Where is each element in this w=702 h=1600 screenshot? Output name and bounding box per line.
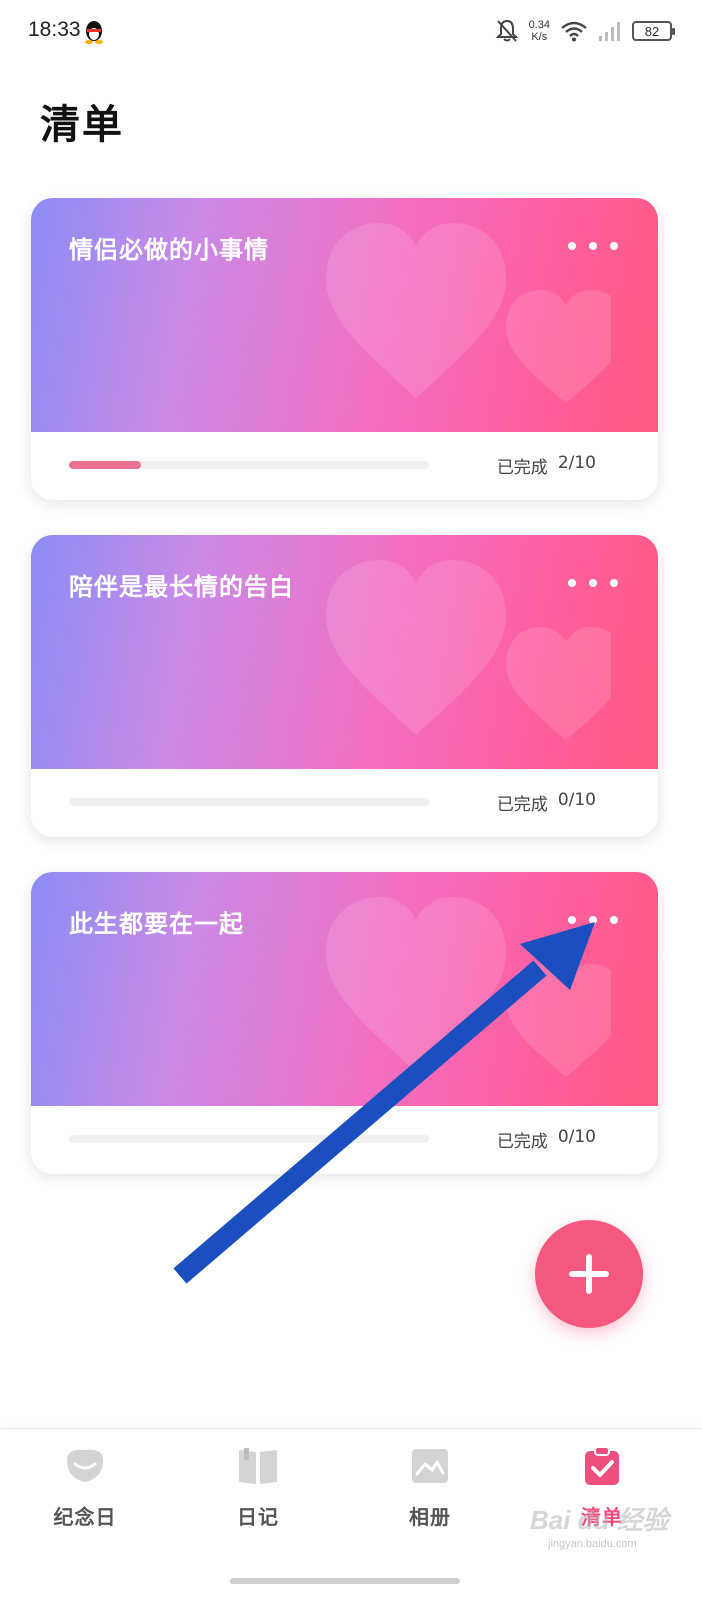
- status-time: 18:33: [28, 18, 81, 41]
- completed-label: 已完成: [496, 458, 548, 478]
- watermark: Bai du 经验: [530, 1505, 669, 1535]
- progress-bar: [69, 461, 429, 469]
- list-card-footer: 已完成 2/10: [31, 432, 658, 500]
- list-card-banner: 陪伴是最长情的告白: [31, 535, 658, 769]
- home-indicator: [230, 1578, 460, 1584]
- nav-label: 纪念日: [53, 1505, 117, 1529]
- anniversary-icon: [62, 1445, 108, 1487]
- nav-item-diary[interactable]: 日记: [193, 1445, 323, 1555]
- list-title: 此生都要在一起: [69, 910, 244, 938]
- status-bar: 18:33 0.34 K/s 82: [0, 0, 702, 64]
- more-options-button[interactable]: [568, 234, 618, 258]
- battery-level: 82: [644, 23, 660, 39]
- nav-item-anniversary[interactable]: 纪念日: [20, 1445, 150, 1555]
- nav-label: 日记: [237, 1505, 279, 1529]
- list-card[interactable]: 陪伴是最长情的告白 已完成 0/10: [31, 535, 658, 837]
- diary-book-icon: [235, 1445, 281, 1487]
- completed-count: 0/10: [557, 1127, 596, 1147]
- net-speed: 0.34 K/s: [529, 19, 550, 43]
- checklist-icon: [579, 1445, 625, 1487]
- list-card-banner: 情侣必做的小事情: [31, 198, 658, 432]
- plus-icon: [569, 1254, 609, 1294]
- list-card-banner: 此生都要在一起: [31, 872, 658, 1106]
- list-card[interactable]: 此生都要在一起 已完成 0/10: [31, 872, 658, 1174]
- completed-label: 已完成: [496, 1132, 548, 1152]
- list-card[interactable]: 情侣必做的小事情 已完成 2/10: [31, 198, 658, 500]
- progress-fill: [69, 461, 141, 469]
- signal-icon: [599, 22, 620, 41]
- progress-status: 已完成 0/10: [497, 1127, 596, 1152]
- net-speed-unit: K/s: [531, 31, 548, 43]
- completed-count: 0/10: [557, 790, 596, 810]
- list-title: 陪伴是最长情的告白: [69, 573, 294, 601]
- battery-indicator: 82: [632, 21, 675, 41]
- list-card-footer: 已完成 0/10: [31, 1106, 658, 1174]
- more-options-button[interactable]: [568, 571, 618, 595]
- completed-count: 2/10: [557, 453, 596, 473]
- page-title: 清单: [40, 102, 124, 148]
- wifi-icon: [561, 21, 587, 42]
- nav-label: 相册: [409, 1505, 451, 1529]
- progress-status: 已完成 2/10: [497, 453, 596, 478]
- list-title: 情侣必做的小事情: [69, 236, 269, 264]
- completed-label: 已完成: [496, 795, 548, 815]
- more-options-button[interactable]: [568, 908, 618, 932]
- nav-item-album[interactable]: 相册: [365, 1445, 495, 1555]
- progress-status: 已完成 0/10: [497, 790, 596, 815]
- add-list-button[interactable]: [535, 1220, 643, 1328]
- net-speed-value: 0.34: [528, 19, 550, 31]
- list-card-footer: 已完成 0/10: [31, 769, 658, 837]
- status-icons: 0.34 K/s 82: [495, 16, 675, 46]
- progress-bar: [69, 798, 429, 806]
- progress-bar: [69, 1135, 429, 1143]
- mute-bell-icon: [495, 19, 518, 42]
- album-icon: [407, 1445, 453, 1487]
- qq-penguin-icon: [85, 21, 103, 44]
- watermark-url: jingyan.baidu.com: [548, 1538, 637, 1550]
